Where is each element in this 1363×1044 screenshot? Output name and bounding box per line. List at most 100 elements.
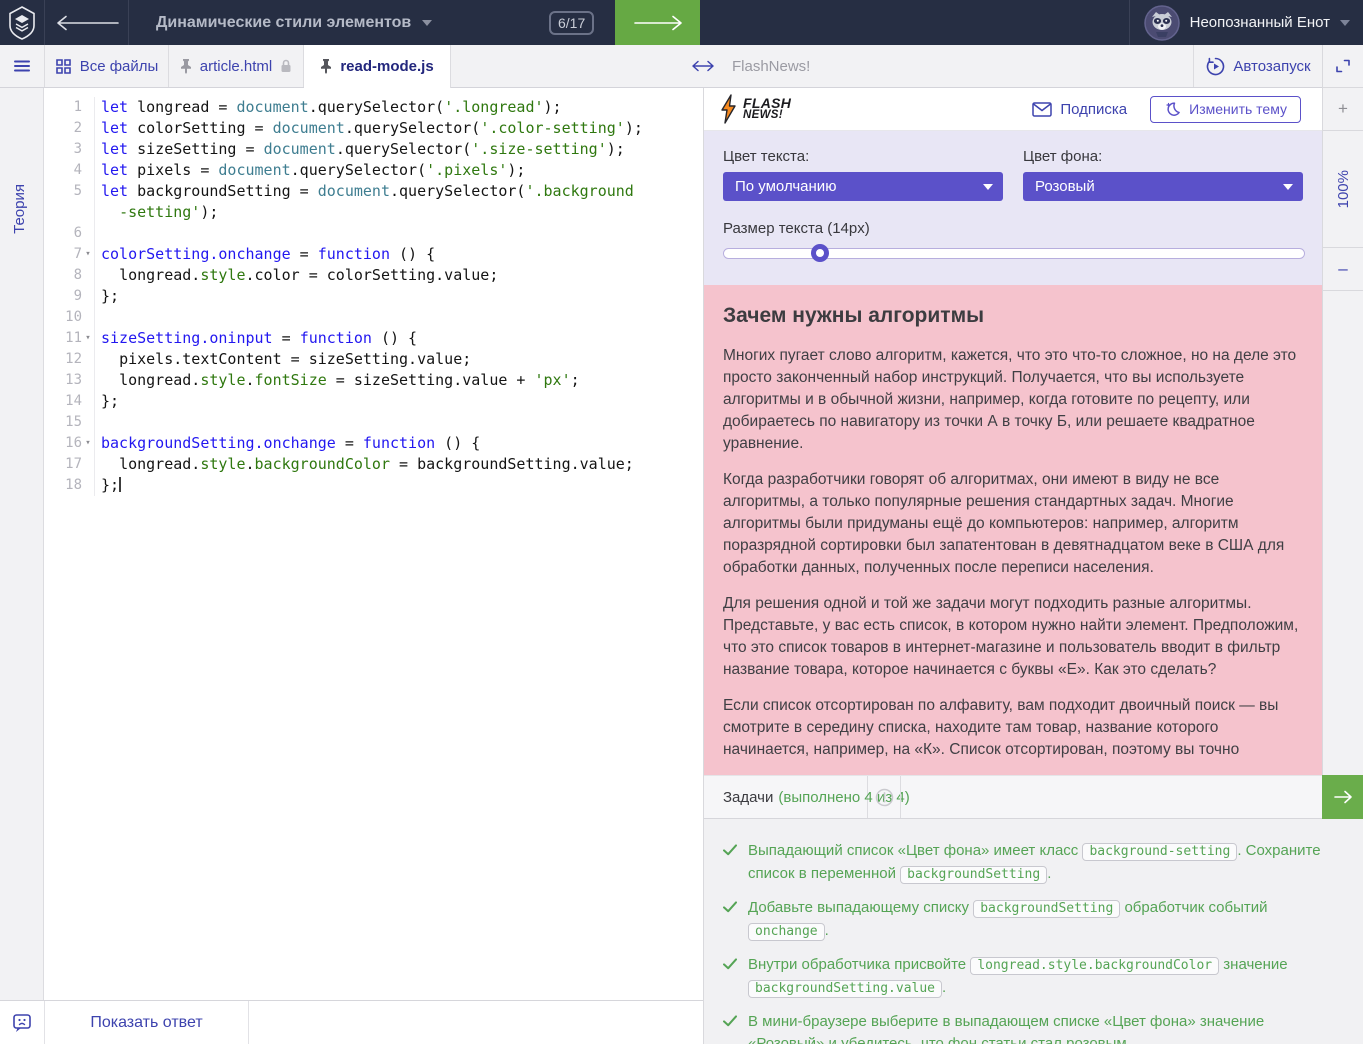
code-line[interactable]: 17 longread.style.backgroundColor = back…	[44, 454, 703, 475]
task-text: Добавьте выпадающему списку backgroundSe…	[748, 897, 1333, 943]
mini-browser-url: FlashNews!	[732, 45, 810, 87]
app-root: Динамические стили элементов 6/17 Не	[0, 0, 1363, 1044]
code-line[interactable]: 1 let longread = document.querySelector('…	[44, 97, 703, 118]
code-line[interactable]: 12 pixels.textContent = sizeSetting.valu…	[44, 349, 703, 370]
lightning-bolt-icon	[719, 94, 738, 124]
code-text	[95, 412, 101, 433]
fold-arrow-icon[interactable]: ▾	[82, 244, 94, 265]
line-gutter: 9	[44, 286, 95, 307]
code-chip: onchange	[748, 923, 825, 941]
tasks-bar: Задачи (выполнено 4 из 4)	[704, 775, 1322, 819]
check-icon[interactable]	[723, 897, 737, 943]
feedback-button[interactable]	[0, 1001, 45, 1044]
code-line[interactable]: 11▾sizeSetting.oninput = function () {	[44, 328, 703, 349]
fold-arrow-icon[interactable]: ▾	[82, 328, 94, 349]
line-number: 12	[65, 349, 82, 370]
lesson-title: Динамические стили элементов	[156, 14, 411, 32]
code-line[interactable]: 4let pixels = document.querySelector('.p…	[44, 160, 703, 181]
code-line[interactable]: 13 longread.style.fontSize = sizeSetting…	[44, 370, 703, 391]
arrow-right-icon	[1333, 790, 1353, 804]
code-editor[interactable]: 1 let longread = document.querySelector('…	[44, 88, 703, 1000]
submit-next-button[interactable]	[1322, 775, 1363, 819]
zoom-in-button[interactable]: +	[1323, 88, 1363, 131]
line-gutter: 5	[44, 181, 95, 223]
line-gutter: 1	[44, 97, 95, 118]
tab-read-mode-js[interactable]: read-mode.js	[304, 45, 451, 88]
line-number: 9	[74, 286, 82, 307]
line-number: 15	[65, 412, 82, 433]
tab-all-files[interactable]: Все файлы	[45, 45, 169, 87]
check-icon[interactable]	[723, 954, 737, 1000]
code-line[interactable]: 5let backgroundSetting = document.queryS…	[44, 181, 703, 223]
next-lesson-button[interactable]	[615, 0, 700, 45]
brand-top: FLASH	[743, 97, 791, 109]
user-name: Неопознанный Енот	[1190, 14, 1330, 31]
article-preview: Зачем нужны алгоритмы Многих пугает слов…	[704, 285, 1322, 775]
fold-arrow-icon[interactable]: ▾	[82, 433, 94, 454]
code-line[interactable]: 9};	[44, 286, 703, 307]
text-color-value: По умолчанию	[735, 178, 836, 195]
code-line[interactable]: 8 longread.style.color = colorSetting.va…	[44, 265, 703, 286]
code-line[interactable]: 18};	[44, 475, 703, 496]
size-slider[interactable]	[723, 248, 1305, 259]
code-line[interactable]: 7▾colorSetting.onchange = function () {	[44, 244, 703, 265]
line-number: 1	[74, 97, 82, 118]
line-gutter: 6	[44, 223, 95, 244]
zoom-out-button[interactable]: –	[1323, 248, 1363, 291]
lock-icon	[280, 59, 292, 73]
flashnews-header: FLASH NEWS! Подписка Изменить тему	[704, 88, 1322, 131]
code-chip: longread.style.backgroundColor	[970, 957, 1219, 975]
text-cursor	[119, 477, 121, 492]
tab-label: read-mode.js	[340, 58, 433, 75]
back-button[interactable]	[45, 0, 129, 45]
task-item: Добавьте выпадающему списку backgroundSe…	[723, 897, 1333, 943]
panel-resize-handle[interactable]	[681, 45, 725, 87]
code-line[interactable]: 10	[44, 307, 703, 328]
task-info-button[interactable]	[868, 776, 901, 818]
sad-bubble-icon	[11, 1012, 33, 1034]
tab-article-html[interactable]: article.html	[169, 45, 304, 87]
code-text: };	[95, 475, 121, 496]
theory-link[interactable]: Теория	[11, 184, 28, 234]
code-line[interactable]: 15	[44, 412, 703, 433]
check-icon[interactable]	[723, 840, 737, 886]
topbar: Динамические стили элементов 6/17 Не	[0, 0, 1363, 45]
show-answer-button[interactable]: Показать ответ	[45, 1001, 249, 1044]
line-gutter: 14	[44, 391, 95, 412]
select-arrow-icon	[1283, 184, 1293, 190]
code-line[interactable]: 16▾backgroundSetting.onchange = function…	[44, 433, 703, 454]
code-text: let longread = document.querySelector('.…	[95, 97, 562, 118]
bg-color-value: Розовый	[1035, 178, 1095, 195]
pin-icon	[320, 59, 332, 74]
text-color-select[interactable]: По умолчанию	[723, 172, 1003, 201]
lesson-title-dropdown[interactable]: Динамические стили элементов	[156, 0, 432, 45]
bg-color-select[interactable]: Розовый	[1023, 172, 1303, 201]
code-text: pixels.textContent = sizeSetting.value;	[95, 349, 471, 370]
menu-button[interactable]	[0, 45, 45, 87]
line-number: 17	[65, 454, 82, 475]
tab-label: Все файлы	[80, 58, 159, 75]
code-text: let sizeSetting = document.querySelector…	[95, 139, 625, 160]
academy-logo[interactable]	[0, 0, 45, 45]
check-icon[interactable]	[723, 1011, 737, 1044]
slider-thumb[interactable]	[811, 244, 829, 262]
code-line[interactable]: 3let sizeSetting = document.querySelecto…	[44, 139, 703, 160]
code-line[interactable]: 14};	[44, 391, 703, 412]
task-item: Внутри обработчика присвойте longread.st…	[723, 954, 1333, 1000]
line-gutter: 3	[44, 139, 95, 160]
change-theme-button[interactable]: Изменить тему	[1150, 96, 1301, 123]
line-gutter: 10	[44, 307, 95, 328]
pin-icon	[180, 59, 192, 74]
text-color-label: Цвет текста:	[723, 148, 809, 165]
hamburger-icon	[12, 56, 32, 76]
fullscreen-button[interactable]	[1323, 45, 1363, 88]
line-gutter: 16▾	[44, 433, 95, 454]
code-text: };	[95, 286, 119, 307]
autorun-toggle[interactable]: Автозапуск	[1193, 45, 1323, 87]
subscribe-link[interactable]: Подписка	[1032, 101, 1127, 118]
line-number: 11	[65, 328, 82, 349]
user-menu[interactable]: Неопознанный Енот	[1129, 0, 1363, 45]
code-line[interactable]: 2let colorSetting = document.querySelect…	[44, 118, 703, 139]
line-gutter: 18	[44, 475, 95, 496]
code-line[interactable]: 6	[44, 223, 703, 244]
